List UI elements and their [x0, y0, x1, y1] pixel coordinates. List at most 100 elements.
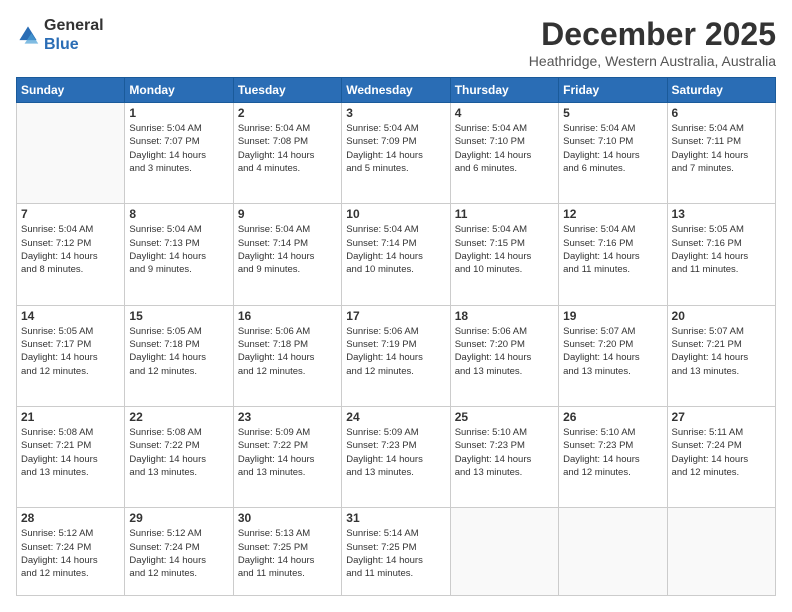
day-number: 2	[238, 106, 337, 120]
col-thursday: Thursday	[450, 78, 558, 103]
day-info: Sunrise: 5:10 AM Sunset: 7:23 PM Dayligh…	[563, 426, 662, 479]
table-row: 8 Sunrise: 5:04 AM Sunset: 7:13 PM Daylig…	[125, 204, 233, 305]
col-wednesday: Wednesday	[342, 78, 450, 103]
table-row: 30 Sunrise: 5:13 AM Sunset: 7:25 PM Dayli…	[233, 508, 341, 596]
table-row: 15 Sunrise: 5:05 AM Sunset: 7:18 PM Dayli…	[125, 305, 233, 406]
calendar-table: Sunday Monday Tuesday Wednesday Thursday…	[16, 77, 776, 596]
day-number: 10	[346, 207, 445, 221]
table-row: 2 Sunrise: 5:04 AM Sunset: 7:08 PM Daylig…	[233, 103, 341, 204]
table-row	[450, 508, 558, 596]
col-sunday: Sunday	[17, 78, 125, 103]
day-info: Sunrise: 5:09 AM Sunset: 7:23 PM Dayligh…	[346, 426, 445, 479]
day-info: Sunrise: 5:14 AM Sunset: 7:25 PM Dayligh…	[346, 527, 445, 580]
day-number: 25	[455, 410, 554, 424]
day-number: 30	[238, 511, 337, 525]
table-row: 16Sunrise: 5:06 AM Sunset: 7:18 PM Dayli…	[233, 305, 341, 406]
col-friday: Friday	[559, 78, 667, 103]
logo-text: General Blue	[44, 16, 104, 54]
table-row: 29 Sunrise: 5:12 AM Sunset: 7:24 PM Dayli…	[125, 508, 233, 596]
day-info: Sunrise: 5:13 AM Sunset: 7:25 PM Dayligh…	[238, 527, 337, 580]
day-info: Sunrise: 5:07 AM Sunset: 7:21 PM Dayligh…	[672, 325, 771, 378]
logo-blue: Blue	[44, 36, 79, 53]
day-number: 20	[672, 309, 771, 323]
calendar-header-row: Sunday Monday Tuesday Wednesday Thursday…	[17, 78, 776, 103]
day-number: 5	[563, 106, 662, 120]
col-monday: Monday	[125, 78, 233, 103]
day-info: Sunrise: 5:05 AM Sunset: 7:18 PM Dayligh…	[129, 325, 228, 378]
col-saturday: Saturday	[667, 78, 775, 103]
table-row	[559, 508, 667, 596]
day-info: Sunrise: 5:04 AM Sunset: 7:16 PM Dayligh…	[563, 223, 662, 276]
day-number: 9	[238, 207, 337, 221]
day-number: 15	[129, 309, 228, 323]
day-number: 8	[129, 207, 228, 221]
day-info: Sunrise: 5:08 AM Sunset: 7:22 PM Dayligh…	[129, 426, 228, 479]
day-number: 22	[129, 410, 228, 424]
calendar-week-row: 7 Sunrise: 5:04 AM Sunset: 7:12 PM Daylig…	[17, 204, 776, 305]
day-number: 4	[455, 106, 554, 120]
day-number: 29	[129, 511, 228, 525]
logo-icon	[16, 23, 40, 47]
table-row: 7 Sunrise: 5:04 AM Sunset: 7:12 PM Daylig…	[17, 204, 125, 305]
calendar-week-row: 1Sunrise: 5:04 AM Sunset: 7:07 PM Daylig…	[17, 103, 776, 204]
day-number: 18	[455, 309, 554, 323]
day-number: 1	[129, 106, 228, 120]
day-info: Sunrise: 5:04 AM Sunset: 7:14 PM Dayligh…	[346, 223, 445, 276]
table-row	[667, 508, 775, 596]
calendar-week-row: 28 Sunrise: 5:12 AM Sunset: 7:24 PM Dayli…	[17, 508, 776, 596]
day-number: 3	[346, 106, 445, 120]
table-row: 3Sunrise: 5:04 AM Sunset: 7:09 PM Daylig…	[342, 103, 450, 204]
day-info: Sunrise: 5:06 AM Sunset: 7:18 PM Dayligh…	[238, 325, 337, 378]
table-row: 12 Sunrise: 5:04 AM Sunset: 7:16 PM Dayli…	[559, 204, 667, 305]
table-row: 22 Sunrise: 5:08 AM Sunset: 7:22 PM Dayli…	[125, 406, 233, 507]
location-subtitle: Heathridge, Western Australia, Australia	[529, 53, 776, 69]
day-info: Sunrise: 5:10 AM Sunset: 7:23 PM Dayligh…	[455, 426, 554, 479]
page: General Blue December 2025 Heathridge, W…	[0, 0, 792, 612]
table-row: 26Sunrise: 5:10 AM Sunset: 7:23 PM Dayli…	[559, 406, 667, 507]
day-info: Sunrise: 5:04 AM Sunset: 7:15 PM Dayligh…	[455, 223, 554, 276]
header: General Blue December 2025 Heathridge, W…	[16, 16, 776, 69]
table-row: 23 Sunrise: 5:09 AM Sunset: 7:22 PM Dayli…	[233, 406, 341, 507]
day-info: Sunrise: 5:04 AM Sunset: 7:14 PM Dayligh…	[238, 223, 337, 276]
table-row: 11Sunrise: 5:04 AM Sunset: 7:15 PM Dayli…	[450, 204, 558, 305]
day-info: Sunrise: 5:09 AM Sunset: 7:22 PM Dayligh…	[238, 426, 337, 479]
table-row: 4 Sunrise: 5:04 AM Sunset: 7:10 PM Daylig…	[450, 103, 558, 204]
day-number: 14	[21, 309, 120, 323]
table-row: 5 Sunrise: 5:04 AM Sunset: 7:10 PM Daylig…	[559, 103, 667, 204]
table-row	[17, 103, 125, 204]
table-row: 19 Sunrise: 5:07 AM Sunset: 7:20 PM Dayli…	[559, 305, 667, 406]
title-block: December 2025 Heathridge, Western Austra…	[529, 16, 776, 69]
table-row: 1Sunrise: 5:04 AM Sunset: 7:07 PM Daylig…	[125, 103, 233, 204]
day-number: 28	[21, 511, 120, 525]
table-row: 21Sunrise: 5:08 AM Sunset: 7:21 PM Dayli…	[17, 406, 125, 507]
day-number: 23	[238, 410, 337, 424]
day-number: 6	[672, 106, 771, 120]
month-title: December 2025	[529, 16, 776, 53]
day-info: Sunrise: 5:12 AM Sunset: 7:24 PM Dayligh…	[129, 527, 228, 580]
day-info: Sunrise: 5:04 AM Sunset: 7:08 PM Dayligh…	[238, 122, 337, 175]
day-info: Sunrise: 5:04 AM Sunset: 7:10 PM Dayligh…	[455, 122, 554, 175]
table-row: 13 Sunrise: 5:05 AM Sunset: 7:16 PM Dayli…	[667, 204, 775, 305]
day-info: Sunrise: 5:04 AM Sunset: 7:10 PM Dayligh…	[563, 122, 662, 175]
day-info: Sunrise: 5:04 AM Sunset: 7:12 PM Dayligh…	[21, 223, 120, 276]
day-info: Sunrise: 5:04 AM Sunset: 7:11 PM Dayligh…	[672, 122, 771, 175]
day-number: 13	[672, 207, 771, 221]
calendar-week-row: 21Sunrise: 5:08 AM Sunset: 7:21 PM Dayli…	[17, 406, 776, 507]
day-number: 19	[563, 309, 662, 323]
table-row: 14Sunrise: 5:05 AM Sunset: 7:17 PM Dayli…	[17, 305, 125, 406]
logo-general: General	[44, 17, 104, 34]
day-info: Sunrise: 5:05 AM Sunset: 7:16 PM Dayligh…	[672, 223, 771, 276]
table-row: 20 Sunrise: 5:07 AM Sunset: 7:21 PM Dayli…	[667, 305, 775, 406]
day-info: Sunrise: 5:07 AM Sunset: 7:20 PM Dayligh…	[563, 325, 662, 378]
logo: General Blue	[16, 16, 104, 54]
day-number: 17	[346, 309, 445, 323]
day-info: Sunrise: 5:06 AM Sunset: 7:19 PM Dayligh…	[346, 325, 445, 378]
day-info: Sunrise: 5:04 AM Sunset: 7:13 PM Dayligh…	[129, 223, 228, 276]
day-number: 27	[672, 410, 771, 424]
table-row: 28Sunrise: 5:12 AM Sunset: 7:24 PM Dayli…	[17, 508, 125, 596]
table-row: 9 Sunrise: 5:04 AM Sunset: 7:14 PM Daylig…	[233, 204, 341, 305]
day-info: Sunrise: 5:06 AM Sunset: 7:20 PM Dayligh…	[455, 325, 554, 378]
day-number: 12	[563, 207, 662, 221]
day-number: 7	[21, 207, 120, 221]
table-row: 25 Sunrise: 5:10 AM Sunset: 7:23 PM Dayli…	[450, 406, 558, 507]
